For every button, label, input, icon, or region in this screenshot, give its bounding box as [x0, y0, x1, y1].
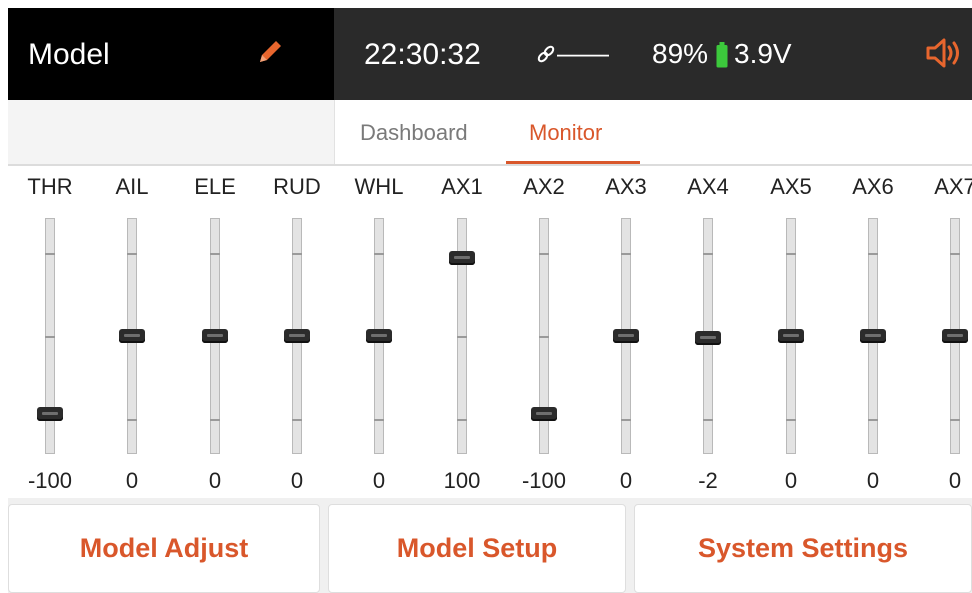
slider-tick — [539, 336, 549, 338]
channel-label: ELE — [194, 174, 236, 199]
battery-percent: 89% — [652, 38, 709, 69]
battery-voltage: 3.9V — [734, 38, 792, 69]
model-panel[interactable]: Model — [8, 8, 334, 100]
slider-tick — [868, 419, 878, 421]
bottom-nav: Model Adjust Model Setup System Settings — [8, 498, 972, 593]
slider-tick — [45, 336, 55, 338]
channel-slider-handle — [942, 329, 968, 343]
slider-tick — [210, 253, 220, 255]
slider-tick — [868, 253, 878, 255]
slider-tick — [703, 253, 713, 255]
channel-label: AX5 — [770, 174, 812, 199]
tab-dashboard[interactable]: Dashboard — [360, 120, 468, 146]
channel-monitor: THR -100 AIL 0 ELE 0 RUD 0 WHL 0 AX1 100 AX2 -100 AX3 0… — [8, 166, 972, 498]
slider-tick — [621, 419, 631, 421]
speaker-icon[interactable] — [924, 36, 964, 70]
channel-label: AIL — [115, 174, 149, 199]
channel-slider-handle — [531, 407, 557, 421]
channel-slider-handle — [119, 329, 145, 343]
channel-label: THR — [27, 174, 73, 199]
slider-tick — [950, 419, 960, 421]
link-status-text: —— — [557, 38, 609, 68]
model-setup-button[interactable]: Model Setup — [328, 504, 626, 593]
slider-tick — [786, 419, 796, 421]
channel-slider-handle — [695, 331, 721, 345]
slider-tick — [374, 419, 384, 421]
slider-tick — [457, 336, 467, 338]
slider-tick — [703, 419, 713, 421]
slider-tick — [374, 253, 384, 255]
channel-slider-handle — [37, 407, 63, 421]
system-settings-button[interactable]: System Settings — [634, 504, 972, 593]
link-icon — [537, 45, 555, 63]
channel-value: 0 — [208, 468, 222, 493]
slider-tick — [127, 253, 137, 255]
channel-slider-handle — [613, 329, 639, 343]
active-tab-indicator — [506, 161, 640, 164]
link-status: —— — [535, 38, 609, 69]
slider-tick — [292, 419, 302, 421]
slider-tick — [786, 253, 796, 255]
slider-tick — [950, 253, 960, 255]
channel-value: 0 — [866, 468, 880, 493]
channel-slider-handle — [284, 329, 310, 343]
transmitter-screen: Model 22:30:32 —— 89% 3.9V Dashboard Mon… — [8, 8, 972, 593]
tab-monitor[interactable]: Monitor — [529, 120, 602, 146]
slider-tick — [539, 253, 549, 255]
channel-value: 0 — [372, 468, 386, 493]
model-adjust-button[interactable]: Model Adjust — [8, 504, 320, 593]
battery-icon — [716, 42, 728, 68]
clock: 22:30:32 — [364, 38, 481, 71]
channel-value: 0 — [125, 468, 139, 493]
channel-label: AX6 — [852, 174, 894, 199]
model-title: Model — [28, 38, 110, 71]
channel-value: 0 — [948, 468, 962, 493]
channel-value: 0 — [619, 468, 633, 493]
channel-label: AX4 — [687, 174, 729, 199]
channel-slider-handle — [778, 329, 804, 343]
tab-bar: Dashboard Monitor — [8, 100, 972, 166]
pencil-icon[interactable] — [254, 36, 286, 68]
status-bar: Model 22:30:32 —— 89% 3.9V — [8, 8, 972, 100]
slider-tick — [45, 253, 55, 255]
channel-value: -100 — [521, 468, 567, 493]
slider-tick — [457, 419, 467, 421]
channel-slider-handle — [860, 329, 886, 343]
tab-bar-spacer — [8, 100, 335, 164]
channel-slider-handle — [366, 329, 392, 343]
slider-tick — [210, 419, 220, 421]
slider-tick — [292, 253, 302, 255]
channel-value: 100 — [443, 468, 481, 493]
channel-value: -2 — [698, 468, 718, 493]
channel-slider-handle — [202, 329, 228, 343]
channel-value: 0 — [784, 468, 798, 493]
slider-tick — [127, 419, 137, 421]
channel-value: -100 — [27, 468, 73, 493]
channel-slider-handle — [449, 251, 475, 265]
channel-label: AX7 — [934, 174, 972, 199]
channel-value: 0 — [290, 468, 304, 493]
slider-tick — [621, 253, 631, 255]
channel-label: AX3 — [605, 174, 647, 199]
channel-label: AX2 — [523, 174, 565, 199]
channel-label: WHL — [354, 174, 404, 199]
channel-label: RUD — [273, 174, 321, 199]
channel-label: AX1 — [441, 174, 483, 199]
